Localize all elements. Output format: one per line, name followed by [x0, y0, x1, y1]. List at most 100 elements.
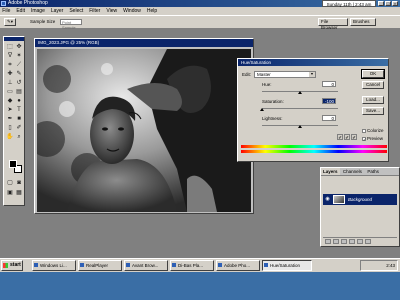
menu-file[interactable]: File	[0, 7, 13, 15]
start-label: start	[10, 262, 21, 268]
output-color-spectrum	[241, 150, 387, 153]
cancel-button[interactable]: Cancel	[362, 81, 384, 89]
slice-tool-icon[interactable]: ⟋	[15, 61, 23, 69]
dodge-tool-icon[interactable]: ●	[15, 97, 23, 105]
lightness-input[interactable]: 0	[322, 115, 336, 121]
hue-saturation-titlebar[interactable]: Hue/Saturation	[238, 59, 388, 66]
document-window[interactable]: IMG_2023.JPG @ 25% (RGB)	[34, 38, 254, 214]
healing-brush-tool-icon[interactable]: ✚	[6, 70, 14, 78]
move-tool-icon[interactable]: ✥	[15, 43, 23, 51]
taskbar-item-avant-browser[interactable]: Avant Brow...	[124, 260, 168, 271]
eyedropper-minus-icon[interactable]: ✐	[351, 134, 357, 140]
lightness-slider-thumb[interactable]	[298, 125, 302, 128]
menu-filter[interactable]: Filter	[87, 7, 103, 15]
preview-checkbox[interactable]: ✓Preview	[362, 136, 383, 141]
taskbar-item-di-bas[interactable]: Di-Bas Pla...	[170, 260, 214, 271]
taskbar-clock: 2:43	[386, 263, 395, 268]
photo-image	[37, 49, 251, 212]
full-screen-mode-icon[interactable]: ▦	[15, 189, 23, 197]
menu-view[interactable]: View	[104, 7, 119, 15]
layer-style-icon[interactable]	[325, 239, 331, 244]
zoom-tool-icon[interactable]: ⌕	[15, 133, 23, 141]
hue-slider-thumb[interactable]	[298, 91, 302, 94]
desktop-area	[0, 272, 400, 300]
photoshop-app-icon	[1, 1, 6, 6]
hand-tool-icon[interactable]: ✋	[6, 133, 14, 141]
taskbar-item-windows-live[interactable]: Windows Li...	[32, 260, 76, 271]
screen-mode-icon[interactable]: ▣	[6, 189, 14, 197]
quick-mask-on-icon[interactable]: ◙	[15, 179, 23, 187]
shape-tool-icon[interactable]: ■	[15, 115, 23, 123]
preview-checkbox-box[interactable]: ✓	[362, 136, 366, 141]
layer-mask-icon[interactable]	[333, 239, 339, 244]
path-selection-tool-icon[interactable]: ➤	[6, 106, 14, 114]
save-button[interactable]: Save...	[362, 107, 384, 115]
eyedropper-tool-preset-icon[interactable]: ✎▾	[4, 18, 16, 26]
taskbar-item-realplayer[interactable]: RealPlayer	[78, 260, 122, 271]
new-layer-icon[interactable]	[357, 239, 363, 244]
task-label: Windows Li...	[40, 263, 67, 268]
history-brush-tool-icon[interactable]: ↺	[15, 79, 23, 87]
crop-tool-icon[interactable]: ⌗	[6, 61, 14, 69]
close-button[interactable]: ×	[392, 1, 398, 6]
eyedropper-tool-icon[interactable]: ✐	[15, 124, 23, 132]
taskbar-item-hue-saturation[interactable]: Hue/Saturation	[262, 260, 312, 271]
minimize-button[interactable]: _	[378, 1, 384, 6]
notes-tool-icon[interactable]: ▯	[6, 124, 14, 132]
clone-stamp-tool-icon[interactable]: ⊥	[6, 79, 14, 87]
menu-select[interactable]: Select	[67, 7, 86, 15]
eyedropper-icon[interactable]: ✐	[337, 134, 343, 140]
trash-icon[interactable]	[365, 239, 371, 244]
saturation-slider-thumb[interactable]	[260, 108, 264, 111]
eyedropper-plus-icon[interactable]: ✐	[344, 134, 350, 140]
quick-mask-off-icon[interactable]: ▢	[6, 179, 14, 187]
layers-footer	[323, 237, 397, 244]
foreground-color-swatch[interactable]	[9, 160, 17, 168]
document-titlebar[interactable]: IMG_2023.JPG @ 25% (RGB)	[35, 39, 253, 47]
taskbar: start Windows Li... RealPlayer Avant Bro…	[0, 258, 400, 272]
document-canvas[interactable]	[37, 49, 251, 212]
blur-tool-icon[interactable]: ◆	[6, 97, 14, 105]
windows-flag-icon	[3, 263, 8, 268]
sample-size-select[interactable]: Point Sample	[60, 19, 82, 30]
app-icon	[264, 263, 268, 267]
layers-palette: Layers Channels Paths ◉ Background	[320, 167, 400, 247]
ok-button[interactable]: OK	[361, 69, 385, 79]
magic-wand-tool-icon[interactable]: ✶	[15, 52, 23, 60]
brush-tool-icon[interactable]: ✎	[15, 70, 23, 78]
colorize-checkbox[interactable]: Colorize	[362, 128, 384, 133]
menu-layer[interactable]: Layer	[49, 7, 66, 15]
hue-input[interactable]: 0	[322, 81, 336, 87]
photoshop-window: Adobe Photoshop Sunday 11th | 2:43 am _ …	[0, 0, 400, 258]
saturation-slider-track[interactable]	[262, 108, 338, 109]
date-time-display: Sunday 11th | 2:43 am	[322, 0, 376, 7]
eye-icon[interactable]: ◉	[324, 194, 331, 205]
menu-edit[interactable]: Edit	[14, 7, 27, 15]
chevron-down-icon: ▼	[309, 72, 315, 77]
new-set-icon[interactable]	[341, 239, 347, 244]
lasso-tool-icon[interactable]: ᐁ	[6, 52, 14, 60]
load-button[interactable]: Load...	[362, 96, 384, 104]
pen-tool-icon[interactable]: ✒	[6, 115, 14, 123]
gradient-tool-icon[interactable]: ▤	[15, 88, 23, 96]
adjustment-layer-icon[interactable]	[349, 239, 355, 244]
saturation-input[interactable]: -100	[322, 98, 336, 104]
menu-help[interactable]: Help	[145, 7, 160, 15]
task-label: RealPlayer	[86, 263, 109, 268]
eraser-tool-icon[interactable]: ▭	[6, 88, 14, 96]
tab-layers[interactable]: Layers	[321, 168, 340, 175]
tab-paths[interactable]: Paths	[365, 168, 381, 175]
layer-thumbnail	[333, 195, 345, 204]
tab-channels[interactable]: Channels	[341, 168, 364, 175]
toolbox-titlebar	[4, 37, 24, 41]
colorize-checkbox-box[interactable]	[362, 128, 366, 133]
edit-channel-select[interactable]: Master ▼	[254, 71, 316, 78]
layer-row-background[interactable]: ◉ Background	[323, 194, 397, 205]
start-button[interactable]: start	[1, 260, 23, 271]
menu-window[interactable]: Window	[121, 7, 143, 15]
type-tool-icon[interactable]: T	[15, 106, 23, 114]
maximize-button[interactable]: □	[385, 1, 391, 6]
menu-image[interactable]: Image	[29, 7, 48, 15]
marquee-tool-icon[interactable]: ⬚	[6, 43, 14, 51]
taskbar-item-adobe-photoshop[interactable]: Adobe Pho...	[216, 260, 260, 271]
